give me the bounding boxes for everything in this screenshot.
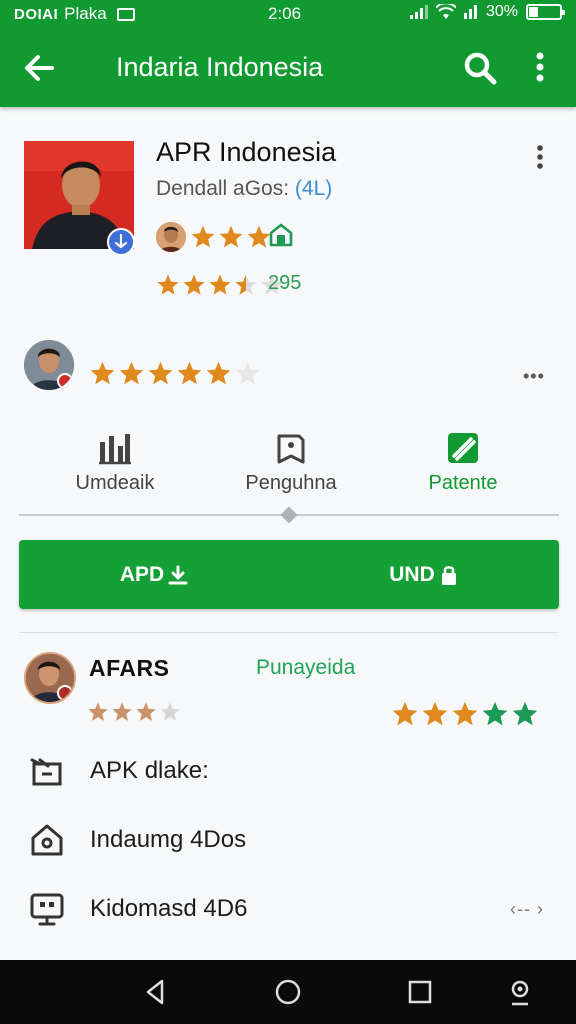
reviewer-tag[interactable]: Punayeida	[256, 656, 355, 680]
edit-check-icon	[448, 433, 478, 463]
app-name: APR Indonesia	[156, 137, 337, 167]
battery-icon	[526, 4, 565, 20]
star-icon	[206, 361, 231, 385]
nav-assistant-icon[interactable]	[504, 976, 536, 1008]
star-icon	[183, 274, 205, 295]
developer-name: Dendall aGos:	[156, 177, 295, 200]
chevron-right-icon[interactable]: ‹-- ›	[510, 899, 544, 920]
chart-bars-icon	[99, 434, 131, 465]
download-icon	[168, 565, 188, 584]
more-horiz-icon[interactable]: •••	[523, 366, 545, 387]
battery-fill	[529, 7, 538, 17]
star-icon	[235, 361, 260, 385]
star-icon	[148, 361, 173, 385]
home-lock-icon	[31, 824, 63, 856]
nav-back-icon[interactable]	[140, 976, 172, 1008]
nav-recents-icon[interactable]	[404, 976, 436, 1008]
und-button[interactable]: UND	[289, 540, 559, 609]
tab-patente[interactable]: Patente	[408, 430, 518, 495]
status-left: DOIAI Plaka	[14, 4, 135, 24]
tab-label-umdeaik: Umdeaik	[75, 472, 155, 494]
tag-icon	[277, 434, 305, 464]
reviewer-left-stars	[87, 701, 183, 723]
divider-knob[interactable]	[280, 506, 298, 524]
info-row-indaumg[interactable]: Indaumg 4Dos	[28, 817, 548, 863]
developer-count: (4L)	[294, 177, 333, 200]
action-button-bar: APD UND	[19, 540, 559, 609]
star-icon	[482, 701, 508, 726]
star-icon	[512, 701, 538, 726]
status-name: Plaka	[64, 4, 107, 23]
rating-count: 295	[268, 272, 302, 294]
info-row-apk[interactable]: APK dlake:	[28, 748, 548, 794]
reviewer-name: AFARS	[89, 655, 170, 681]
section-divider	[19, 632, 559, 633]
star-icon	[88, 702, 108, 721]
star-icon	[119, 361, 144, 385]
info-text-kidomasd: Kidomasd 4D6	[90, 895, 248, 922]
star-icon	[112, 702, 132, 721]
more-vert-icon[interactable]	[530, 49, 550, 85]
developer-line[interactable]: Dendall aGos: (4L)	[156, 177, 332, 201]
reviewer-avatar[interactable]	[24, 652, 76, 704]
package-icon	[30, 758, 62, 786]
star-icon	[452, 701, 478, 726]
app-rating-stars	[156, 273, 286, 297]
avatar	[156, 222, 186, 252]
star-icon	[392, 701, 418, 726]
carrier-label: DOIAI	[14, 5, 59, 23]
star-icon	[235, 274, 257, 295]
star-icon	[422, 701, 448, 726]
star-icon	[157, 274, 179, 295]
system-nav-bar	[0, 960, 576, 1024]
tab-umdeaik[interactable]: Umdeaik	[60, 430, 170, 495]
star-icon	[209, 274, 231, 295]
star-icon	[177, 361, 202, 385]
message-icon	[116, 7, 135, 21]
apd-button[interactable]: APD	[19, 540, 289, 609]
status-right: 30%	[409, 3, 565, 21]
signal-icon-2	[463, 5, 477, 19]
verified-badge-icon	[107, 228, 135, 256]
info-text-apk: APK dlake:	[90, 757, 209, 784]
info-row-kidomasd[interactable]: Kidomasd 4D6 ‹-- ›	[28, 886, 548, 932]
app-overflow-icon[interactable]	[534, 144, 546, 170]
user-avatar[interactable]	[24, 340, 74, 390]
tab-label-penguhna: Penguhna	[245, 472, 337, 494]
monitor-icon	[30, 893, 64, 926]
back-arrow-icon[interactable]	[22, 51, 56, 85]
star-icon	[191, 225, 215, 248]
star-icon	[219, 225, 243, 248]
app-bar: Indaria Indonesia	[0, 27, 576, 107]
apd-label: APD	[119, 562, 165, 586]
reviewer-right-stars	[391, 700, 541, 728]
wifi-icon	[435, 4, 456, 19]
battery-percent: 30%	[485, 3, 518, 20]
search-icon[interactable]	[462, 50, 498, 86]
star-icon	[160, 702, 180, 721]
shop-icon[interactable]	[268, 222, 294, 248]
page-title: Indaria Indonesia	[116, 52, 324, 82]
nav-home-icon[interactable]	[272, 976, 304, 1008]
lock-icon	[441, 565, 456, 585]
tab-label-patente: Patente	[428, 472, 498, 494]
star-icon	[136, 702, 156, 721]
mini-rating-stars	[190, 224, 274, 250]
tab-penguhna[interactable]: Penguhna	[236, 430, 346, 495]
star-icon	[90, 361, 115, 385]
info-text-indaumg: Indaumg 4Dos	[90, 826, 247, 853]
signal-icon	[409, 5, 428, 19]
status-time: 2:06	[268, 4, 302, 23]
status-bar: DOIAI Plaka 2:06 30%	[0, 0, 576, 27]
user-rating-stars[interactable]	[89, 360, 263, 387]
und-label: UND	[389, 562, 435, 586]
